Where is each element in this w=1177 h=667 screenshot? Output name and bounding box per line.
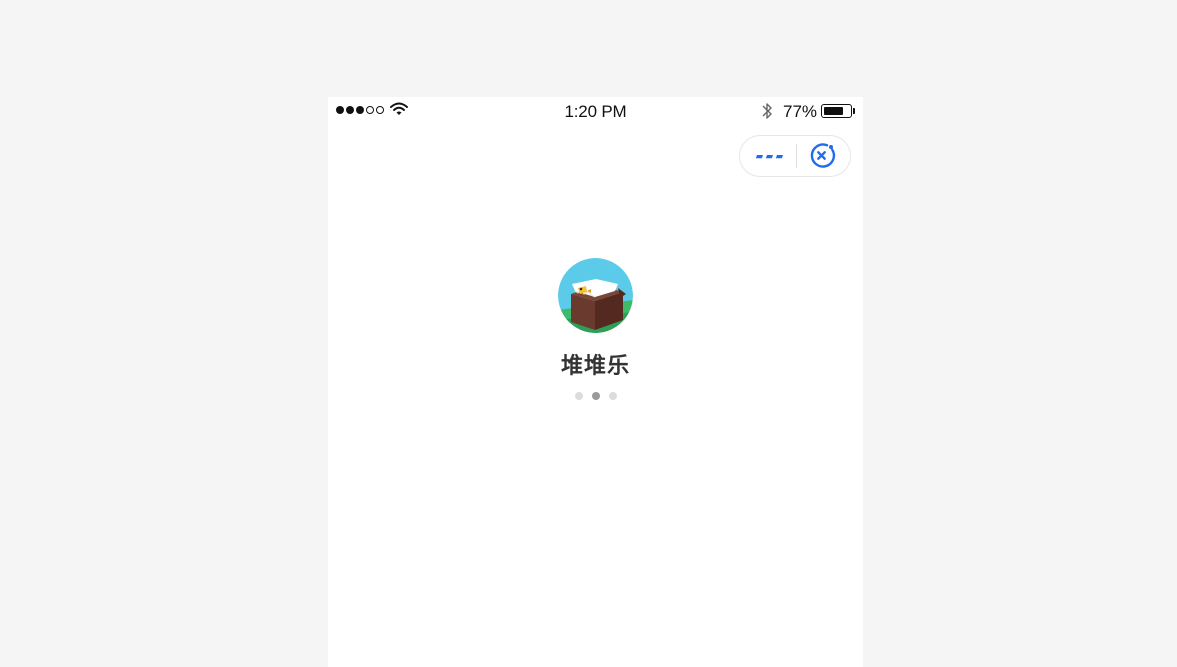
battery-level-fill — [823, 106, 843, 115]
more-button[interactable] — [740, 136, 796, 176]
close-button[interactable] — [797, 136, 851, 176]
status-bar: 1:20 PM 77% — [328, 97, 863, 127]
app-logo-image — [558, 258, 633, 333]
mini-program-capsule — [739, 135, 851, 177]
app-name: 堆堆乐 — [560, 354, 630, 379]
more-dots-icon — [755, 155, 783, 159]
battery-percent: 77% — [783, 102, 818, 121]
battery-icon — [821, 104, 852, 118]
phone-screen: 1:20 PM 77% 堆堆乐 — [328, 97, 863, 667]
loading-indicator — [328, 392, 863, 400]
close-circle-icon — [810, 143, 836, 168]
bluetooth-icon — [762, 103, 772, 119]
loading-dot — [608, 392, 617, 400]
loading-dot — [591, 392, 600, 400]
eagle-app-icon — [558, 258, 633, 333]
loading-dot — [574, 392, 583, 400]
battery-nub — [853, 108, 855, 114]
